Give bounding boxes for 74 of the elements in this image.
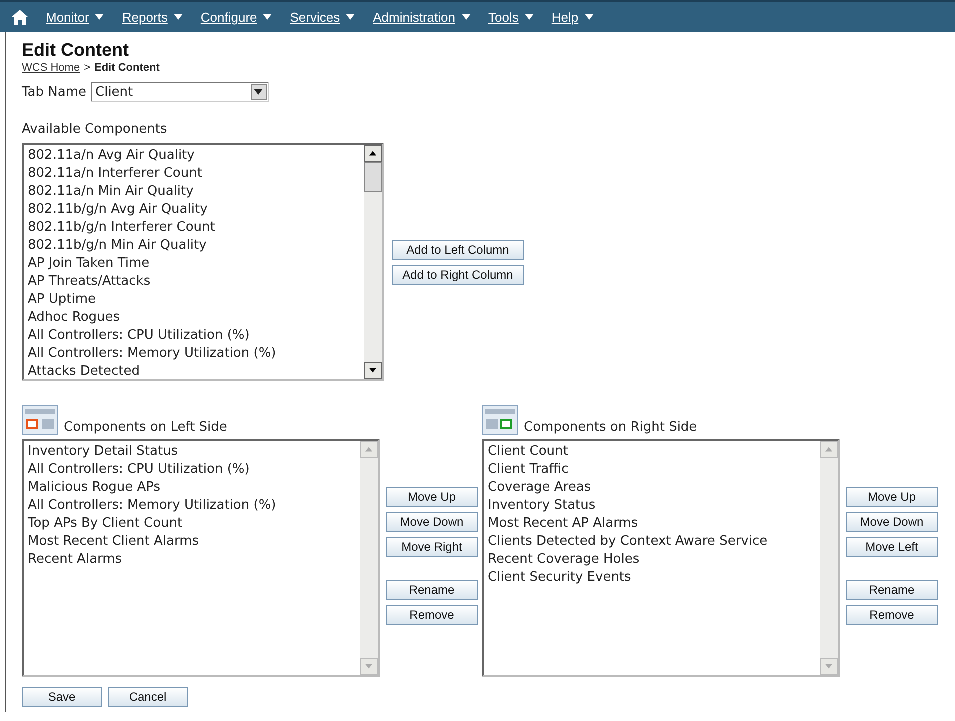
tab-name-dropdown[interactable]: Client	[90, 82, 268, 102]
menu-item[interactable]: Help	[552, 10, 594, 24]
field-label: Tab Name	[22, 84, 86, 100]
panel-label: Components on Left Side	[64, 420, 228, 435]
list-item[interactable]: Most Recent AP Alarms	[488, 515, 816, 533]
footer-button[interactable]: Cancel	[108, 687, 188, 707]
footer-button[interactable]: Save	[22, 687, 102, 707]
list-item[interactable]: Most Recent Client Alarms	[28, 533, 356, 551]
list-item[interactable]: Coverage Areas	[488, 479, 816, 497]
list-item[interactable]: Attacks Detected	[28, 363, 360, 379]
panel-label: Components on Right Side	[524, 420, 698, 435]
list-item[interactable]: Clients Detected by Context Aware Service	[488, 533, 816, 551]
list-item[interactable]: All Controllers: Memory Utilization (%)	[28, 345, 360, 363]
scroll-thumb[interactable]	[364, 162, 382, 192]
breadcrumb-link[interactable]: WCS Home	[22, 62, 80, 74]
list-item[interactable]: AP Join Taken Time	[28, 255, 360, 273]
caret-icon	[584, 14, 594, 20]
list-item[interactable]: 802.11b/g/n Min Air Quality	[28, 237, 360, 255]
menu-item[interactable]: Tools	[488, 10, 534, 24]
menu-item[interactable]: Administration	[373, 10, 470, 24]
page-title: Edit Content	[22, 40, 130, 61]
list-item[interactable]: Recent Coverage Holes	[488, 551, 816, 569]
list-item[interactable]: 802.11a/n Interferer Count	[28, 165, 360, 183]
list-item[interactable]: Adhoc Rogues	[28, 309, 360, 327]
edit-button[interactable]: Rename	[846, 580, 938, 600]
scrollbar[interactable]	[364, 145, 382, 379]
list-item[interactable]: AP Uptime	[28, 291, 360, 309]
layout-icon	[482, 405, 518, 435]
list-item[interactable]: 802.11a/n Min Air Quality	[28, 183, 360, 201]
list-item[interactable]: Client Security Events	[488, 569, 816, 587]
caret-icon	[174, 14, 183, 20]
menu-item[interactable]: Configure	[200, 10, 272, 24]
caret-icon	[346, 14, 356, 20]
list-item[interactable]: Recent Alarms	[28, 551, 356, 569]
caret-icon	[263, 14, 272, 20]
layout-icon	[22, 405, 58, 435]
move-button[interactable]: Move Right	[386, 537, 478, 557]
list-item[interactable]: 802.11b/g/n Avg Air Quality	[28, 201, 360, 219]
breadcrumb-separator: >	[84, 62, 90, 74]
components-list[interactable]: Inventory Detail Status All Controllers: CPU Utilization (%) Malicious Rogue APs All Controllers: Memory Utilization (%) Top APs By Client Count Most Recent Client Alarms Recent Alarms	[22, 439, 380, 677]
edit-button[interactable]: Rename	[386, 580, 478, 600]
list-item[interactable]: All Controllers: CPU Utilization (%)	[28, 461, 356, 479]
list-item[interactable]: All Controllers: CPU Utilization (%)	[28, 327, 360, 345]
move-button[interactable]: Move Left	[846, 537, 938, 557]
menu-item[interactable]: Monitor	[46, 10, 104, 24]
menu-item[interactable]: Services	[290, 10, 356, 24]
list-item[interactable]: 802.11a/n Avg Air Quality	[28, 147, 360, 165]
list-item[interactable]: 802.11b/g/n Interferer Count	[28, 219, 360, 237]
list-item[interactable]: Malicious Rogue APs	[28, 479, 356, 497]
list-item[interactable]: All Controllers: Memory Utilization (%)	[28, 497, 356, 515]
add-column-button[interactable]: Add to Left Column	[392, 240, 524, 260]
caret-icon	[95, 14, 104, 20]
breadcrumb-current: Edit Content	[94, 62, 160, 74]
components-list[interactable]: Client Count Client Traffic Coverage Areas Inventory Status Most Recent AP Alarms Clients Detected by Context Aware Service Recent Coverage Holes Client Security Events	[482, 439, 840, 677]
move-button[interactable]: Move Down	[846, 512, 938, 532]
move-button[interactable]: Move Up	[846, 487, 938, 507]
caret-icon	[462, 14, 470, 20]
move-button[interactable]: Move Down	[386, 512, 478, 532]
move-button[interactable]: Move Up	[386, 487, 478, 507]
menu-item[interactable]: Reports	[122, 10, 183, 24]
caret-icon	[254, 89, 263, 95]
list-item[interactable]: AP Threats/Attacks	[28, 273, 360, 291]
home-icon[interactable]	[12, 10, 28, 24]
add-column-button[interactable]: Add to Right Column	[392, 264, 524, 284]
caret-icon	[524, 14, 534, 20]
list-item[interactable]: Client Count	[488, 443, 816, 461]
edit-button[interactable]: Remove	[386, 605, 478, 625]
edit-button[interactable]: Remove	[846, 605, 938, 625]
list-item[interactable]: Top APs By Client Count	[28, 515, 356, 533]
list-item[interactable]: Client Traffic	[488, 461, 816, 479]
available-components-list[interactable]	[22, 143, 384, 381]
list-item[interactable]: Inventory Status	[488, 497, 816, 515]
list-item[interactable]: Inventory Detail Status	[28, 443, 356, 461]
section-label: Available Components	[22, 122, 168, 137]
